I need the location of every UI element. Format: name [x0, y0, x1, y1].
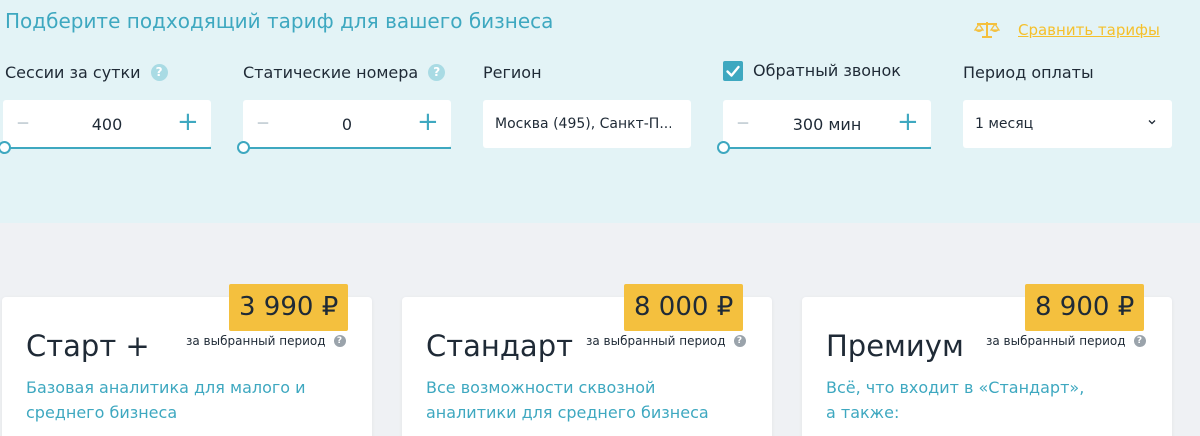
page-title: Подберите подходящий тариф для вашего би… [5, 9, 554, 33]
minus-icon[interactable]: – [13, 109, 33, 135]
sessions-label: Сессии за сутки ? [5, 63, 168, 82]
plan-description-line: Базовая аналитика для малого и [26, 378, 306, 397]
plan-card-start-plus[interactable]: 3 990 ₽ Старт + за выбранный период ? Ба… [2, 284, 372, 436]
plan-period-note: за выбранный период ? [186, 334, 346, 348]
region-value: Москва (495), Санкт-П... [495, 116, 671, 132]
callback-value[interactable]: 300 мин [763, 115, 891, 134]
region-label: Регион [483, 63, 542, 82]
plan-price: 8 000 ₽ [624, 284, 744, 331]
scales-icon [974, 22, 1000, 38]
plan-period-text: за выбранный период [986, 334, 1126, 348]
help-icon[interactable]: ? [333, 335, 346, 347]
sessions-slider-track[interactable] [4, 147, 211, 149]
plan-description: Все возможности сквозной аналитики для с… [426, 375, 709, 425]
help-icon[interactable]: ? [733, 335, 746, 347]
static-numbers-slider-track[interactable] [244, 147, 451, 149]
check-icon [726, 65, 740, 77]
period-value: 1 месяц [975, 116, 1034, 132]
minus-icon[interactable]: – [733, 109, 753, 135]
help-icon[interactable]: ? [1133, 335, 1146, 347]
help-icon[interactable]: ? [428, 64, 446, 81]
period-label: Период оплаты [963, 63, 1094, 82]
compare-tariffs-link[interactable]: Сравнить тарифы [1018, 21, 1160, 39]
region-select[interactable]: Москва (495), Санкт-П... [483, 100, 691, 148]
period-label-text: Период оплаты [963, 63, 1094, 82]
callback-label: Обратный звонок [753, 61, 901, 80]
plan-name: Стандарт [426, 329, 573, 363]
help-icon[interactable]: ? [150, 64, 168, 81]
static-numbers-slider-handle[interactable] [237, 141, 250, 154]
plan-description-line: а также: [826, 403, 900, 422]
plan-price: 8 900 ₽ [1025, 284, 1145, 331]
callback-slider-track[interactable] [724, 147, 931, 149]
callback-stepper: – 300 мин + [723, 100, 931, 147]
plan-name: Премиум [826, 329, 964, 363]
plan-period-text: за выбранный период [186, 334, 326, 348]
period-select[interactable]: 1 месяц [963, 100, 1172, 148]
plus-icon[interactable]: + [177, 109, 199, 135]
plan-description-line: аналитики для среднего бизнеса [426, 403, 709, 422]
compare-tariffs[interactable]: Сравнить тарифы [974, 20, 1160, 40]
sessions-stepper: – 400 + [3, 100, 211, 147]
callback-slider-handle[interactable] [717, 141, 730, 154]
callback-label-text: Обратный звонок [753, 61, 901, 80]
sessions-label-text: Сессии за сутки [5, 63, 141, 82]
static-numbers-label: Статические номера ? [243, 63, 446, 82]
plan-card-premium[interactable]: 8 900 ₽ Премиум за выбранный период ? Вс… [802, 284, 1172, 436]
plan-price: 3 990 ₽ [229, 284, 349, 331]
static-numbers-label-text: Статические номера [243, 63, 419, 82]
chevron-down-icon [1148, 120, 1156, 125]
plus-icon[interactable]: + [417, 109, 439, 135]
static-numbers-stepper: – 0 + [243, 100, 451, 147]
plus-icon[interactable]: + [897, 109, 919, 135]
sessions-value[interactable]: 400 [43, 115, 171, 134]
static-numbers-value[interactable]: 0 [283, 115, 411, 134]
plan-period-note: за выбранный период ? [586, 334, 746, 348]
plan-period-text: за выбранный период [586, 334, 726, 348]
plan-description: Всё, что входит в «Стандарт», а также: [826, 375, 1084, 425]
plan-description-line: среднего бизнеса [26, 403, 178, 422]
callback-checkbox[interactable] [723, 61, 743, 81]
plan-description: Базовая аналитика для малого и среднего … [26, 375, 306, 425]
plan-name: Старт + [26, 329, 150, 363]
minus-icon[interactable]: – [253, 109, 273, 135]
plan-description-line: Все возможности сквозной [426, 378, 656, 397]
plan-period-note: за выбранный период ? [986, 334, 1146, 348]
region-label-text: Регион [483, 63, 542, 82]
plan-card-standard[interactable]: 8 000 ₽ Стандарт за выбранный период ? В… [402, 284, 772, 436]
plan-description-line: Всё, что входит в «Стандарт», [826, 378, 1085, 397]
